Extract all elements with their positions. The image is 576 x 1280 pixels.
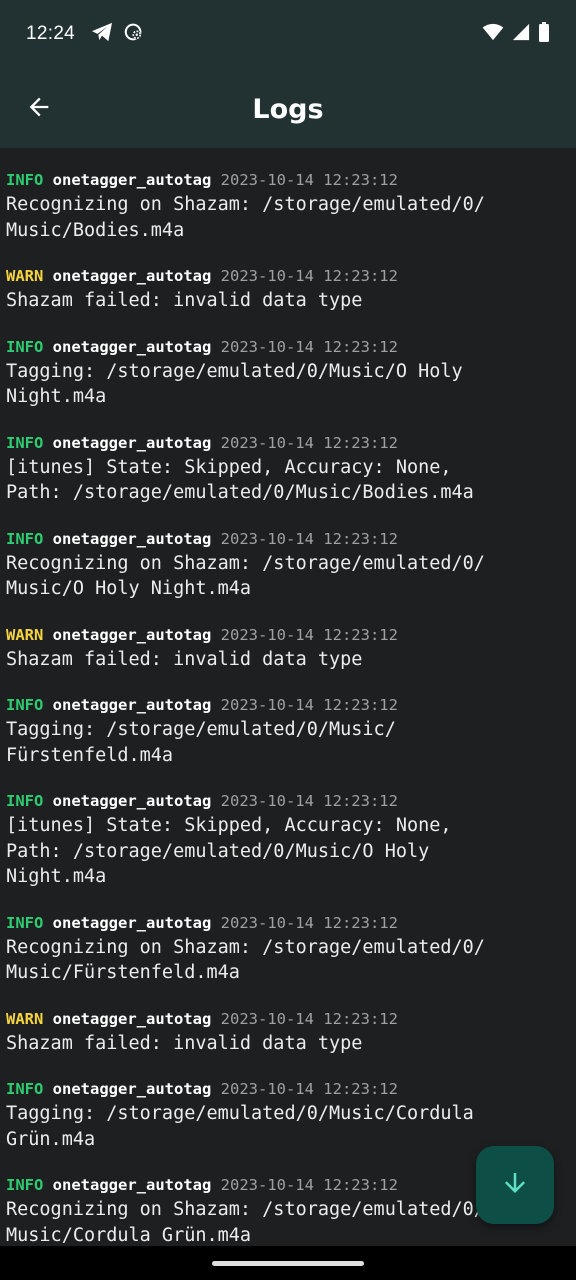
log-message-line: Shazam failed: invalid data type	[6, 1032, 363, 1054]
log-entry: INFO onetagger_autotag 2023-10-14 12:23:…	[6, 527, 570, 602]
battery-icon	[538, 22, 550, 46]
app-bar: Logs	[0, 68, 576, 148]
log-module: onetagger_autotag	[52, 1080, 212, 1098]
log-meta: INFO onetagger_autotag 2023-10-14 12:23:…	[6, 789, 570, 813]
log-message-line: Night.m4a	[6, 386, 107, 407]
arrow-down-icon	[500, 1168, 530, 1202]
log-meta: INFO onetagger_autotag 2023-10-14 12:23:…	[6, 527, 570, 551]
log-timestamp: 2023-10-14 12:23:12	[220, 1176, 398, 1194]
log-entry: INFO onetagger_autotag 2023-10-14 12:23:…	[6, 911, 570, 986]
log-message-line: [itunes] State: Skipped, Accuracy: None,	[6, 815, 452, 836]
log-timestamp: 2023-10-14 12:23:12	[220, 1009, 398, 1028]
status-time: 12:24	[26, 23, 76, 44]
log-meta: INFO onetagger_autotag 2023-10-14 12:23:…	[6, 335, 570, 359]
log-entry: WARN onetagger_autotag 2023-10-14 12:23:…	[6, 623, 570, 673]
system-nav-bar	[0, 1246, 576, 1280]
log-timestamp: 2023-10-14 12:23:12	[220, 337, 398, 356]
log-message-line: Path: /storage/emulated/0/Music/O Holy	[6, 840, 430, 862]
log-meta: INFO onetagger_autotag 2023-10-14 12:23:…	[6, 431, 570, 455]
sync-settings-icon	[123, 21, 145, 47]
log-module: onetagger_autotag	[52, 1176, 212, 1194]
log-meta: INFO onetagger_autotag 2023-10-14 12:23:…	[6, 911, 570, 935]
status-left-icons	[91, 21, 145, 47]
log-timestamp: 2023-10-14 12:23:12	[220, 792, 398, 810]
log-module: onetagger_autotag	[52, 1009, 212, 1028]
log-timestamp: 2023-10-14 12:23:12	[220, 1080, 398, 1098]
log-level: INFO	[6, 1080, 44, 1098]
log-module: onetagger_autotag	[52, 337, 212, 356]
log-message-line: Music/O Holy Night.m4a	[6, 578, 252, 599]
log-module: onetagger_autotag	[52, 529, 212, 548]
log-message-line: Music/Cordula Grün.m4a	[6, 1224, 252, 1246]
log-entry: INFO onetagger_autotag 2023-10-14 12:23:…	[6, 168, 570, 243]
log-message-line: Tagging: /storage/emulated/0/Music/Cordu…	[6, 1103, 474, 1124]
log-message-line: Night.m4a	[6, 866, 107, 887]
log-level: INFO	[6, 792, 44, 810]
log-timestamp: 2023-10-14 12:23:12	[220, 171, 398, 189]
log-module: onetagger_autotag	[52, 625, 212, 644]
log-message-line: Recognizing on Shazam: /storage/emulated…	[6, 194, 485, 215]
log-message-line: Recognizing on Shazam: /storage/emulated…	[6, 936, 485, 958]
log-level: INFO	[6, 433, 44, 452]
log-entry: INFO onetagger_autotag 2023-10-14 12:23:…	[6, 789, 570, 890]
log-level: INFO	[6, 529, 44, 548]
log-level: INFO	[6, 337, 44, 356]
log-meta: INFO onetagger_autotag 2023-10-14 12:23:…	[6, 168, 570, 192]
scroll-to-bottom-button[interactable]	[476, 1146, 554, 1224]
log-entry: INFO onetagger_autotag 2023-10-14 12:23:…	[6, 1077, 570, 1152]
log-message-line: Music/Fürstenfeld.m4a	[6, 962, 240, 983]
log-message-line: Shazam failed: invalid data type	[6, 290, 363, 311]
log-timestamp: 2023-10-14 12:23:12	[220, 529, 398, 548]
log-level: INFO	[6, 171, 44, 189]
log-message-line: Path: /storage/emulated/0/Music/Bodies.m…	[6, 482, 474, 503]
wifi-icon	[482, 23, 504, 45]
log-module: onetagger_autotag	[52, 792, 212, 810]
signal-icon	[512, 23, 530, 45]
log-entry: INFO onetagger_autotag 2023-10-14 12:23:…	[6, 335, 570, 410]
log-level: INFO	[6, 913, 44, 932]
page-title: Logs	[252, 93, 324, 125]
log-entry: INFO onetagger_autotag 2023-10-14 12:23:…	[6, 431, 570, 506]
log-level: WARN	[6, 625, 44, 644]
status-right-icons	[482, 22, 550, 46]
log-module: onetagger_autotag	[52, 696, 212, 714]
telegram-icon	[91, 22, 113, 46]
log-meta: WARN onetagger_autotag 2023-10-14 12:23:…	[6, 1007, 570, 1031]
log-level: INFO	[6, 696, 44, 714]
log-timestamp: 2023-10-14 12:23:12	[220, 696, 398, 714]
log-module: onetagger_autotag	[52, 433, 212, 452]
status-bar: 12:24	[0, 0, 576, 68]
log-message-line: Recognizing on Shazam: /storage/emulated…	[6, 552, 485, 574]
log-timestamp: 2023-10-14 12:23:12	[220, 267, 398, 285]
log-entry: INFO onetagger_autotag 2023-10-14 12:23:…	[6, 693, 570, 768]
log-module: onetagger_autotag	[52, 267, 212, 285]
back-button[interactable]	[22, 92, 56, 126]
log-level: WARN	[6, 267, 44, 285]
log-module: onetagger_autotag	[52, 171, 212, 189]
log-message-line: Tagging: /storage/emulated/0/Music/	[6, 719, 396, 740]
log-meta: WARN onetagger_autotag 2023-10-14 12:23:…	[6, 264, 570, 288]
log-meta: INFO onetagger_autotag 2023-10-14 12:23:…	[6, 693, 570, 717]
log-meta: INFO onetagger_autotag 2023-10-14 12:23:…	[6, 1077, 570, 1101]
log-entry: WARN onetagger_autotag 2023-10-14 12:23:…	[6, 264, 570, 314]
log-module: onetagger_autotag	[52, 913, 212, 932]
log-level: INFO	[6, 1176, 44, 1194]
home-gesture-handle[interactable]	[212, 1261, 364, 1266]
log-message-line: Fürstenfeld.m4a	[6, 744, 174, 766]
log-message-line: Music/Bodies.m4a	[6, 219, 185, 241]
log-message-line: Tagging: /storage/emulated/0/Music/O Hol…	[6, 360, 463, 382]
log-timestamp: 2023-10-14 12:23:12	[220, 433, 398, 452]
log-timestamp: 2023-10-14 12:23:12	[220, 625, 398, 644]
log-level: WARN	[6, 1009, 44, 1028]
log-timestamp: 2023-10-14 12:23:12	[220, 913, 398, 932]
log-list[interactable]: INFO onetagger_autotag 2023-10-14 12:23:…	[0, 148, 576, 1246]
log-meta: WARN onetagger_autotag 2023-10-14 12:23:…	[6, 623, 570, 647]
arrow-back-icon	[25, 93, 53, 125]
log-message-line: [itunes] State: Skipped, Accuracy: None,	[6, 456, 452, 478]
log-entry: WARN onetagger_autotag 2023-10-14 12:23:…	[6, 1007, 570, 1057]
log-message-line: Shazam failed: invalid data type	[6, 648, 363, 670]
